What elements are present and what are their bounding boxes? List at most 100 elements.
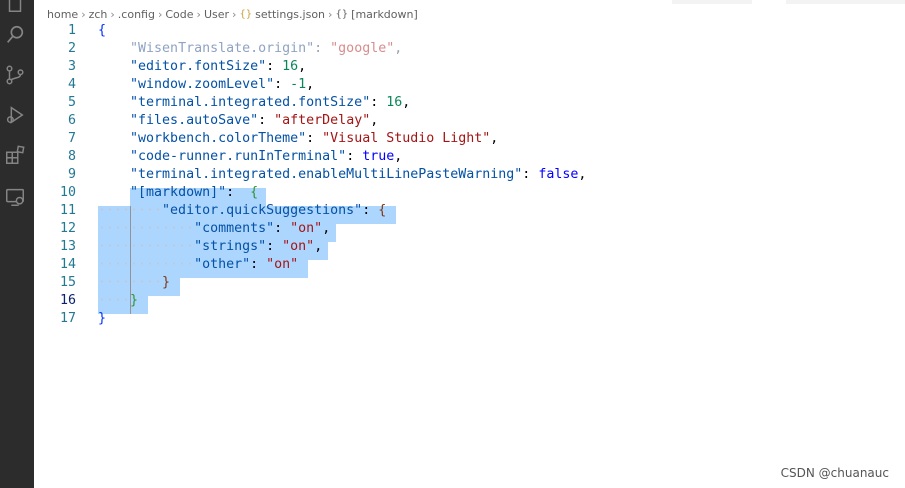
code-line[interactable]: 10 "[markdown]": { — [34, 184, 905, 202]
code-token: , — [322, 221, 331, 236]
code-token: : — [306, 131, 323, 146]
code-line[interactable]: 17} — [34, 310, 905, 328]
code-line[interactable]: 1{ — [34, 22, 905, 40]
code-token: "workbench.colorTheme" — [130, 131, 307, 146]
code-token: "google" — [330, 41, 395, 56]
code-token: "editor.fontSize" — [130, 59, 267, 74]
code-text: } — [98, 310, 106, 328]
code-token: , — [394, 149, 403, 164]
watermark: CSDN @chuanauc — [780, 466, 889, 480]
code-line[interactable]: 13 ············"strings": "on", — [34, 238, 905, 256]
breadcrumb: home › zch › .config › Code › User › {} … — [47, 6, 418, 22]
breadcrumb-item-code[interactable]: Code — [165, 8, 193, 21]
code-token: { — [250, 185, 259, 200]
code-line[interactable]: 15 ········} — [34, 274, 905, 292]
code-token: "terminal.integrated.fontSize" — [130, 95, 371, 110]
code-line[interactable]: 4 "window.zoomLevel": -1, — [34, 76, 905, 94]
line-number: 17 — [59, 311, 76, 326]
code-token: : — [370, 95, 387, 110]
source-control-icon[interactable] — [4, 64, 26, 86]
code-line[interactable]: 9 "terminal.integrated.enableMultiLinePa… — [34, 166, 905, 184]
code-text: "workbench.colorTheme": "Visual Studio L… — [98, 130, 498, 148]
breadcrumb-item-zch[interactable]: zch — [89, 8, 108, 21]
code-text: ············"other": "on" — [98, 256, 298, 274]
code-token: : — [274, 77, 291, 92]
code-text: ········} — [98, 274, 170, 292]
breadcrumb-item-markdown[interactable]: [markdown] — [351, 8, 418, 21]
code-token: : — [314, 41, 331, 56]
code-token: : — [522, 167, 539, 182]
breadcrumb-item-config[interactable]: .config — [118, 8, 155, 21]
code-line[interactable]: 5 "terminal.integrated.fontSize": 16, — [34, 94, 905, 112]
remote-explorer-icon[interactable] — [4, 186, 26, 208]
line-number: 8 — [67, 149, 76, 164]
line-number: 14 — [59, 257, 76, 272]
code-line[interactable]: 2 "WisenTranslate.origin": "google", — [34, 40, 905, 58]
breadcrumb-item-user[interactable]: User — [204, 8, 229, 21]
line-number: 16 — [59, 293, 76, 308]
extensions-icon[interactable] — [4, 144, 26, 166]
code-token: , — [370, 113, 379, 128]
code-editor[interactable]: 1{2 "WisenTranslate.origin": "google", 3 … — [34, 22, 905, 488]
code-text: "WisenTranslate.origin": "google", — [98, 40, 402, 58]
code-line[interactable]: 14 ············"other": "on" — [34, 256, 905, 274]
code-token: , — [306, 77, 315, 92]
code-text: "terminal.integrated.enableMultiLinePast… — [98, 166, 586, 184]
line-number: 9 — [67, 167, 76, 182]
code-line[interactable]: 16 ····} — [34, 292, 905, 310]
code-token: "on" — [266, 257, 299, 272]
line-number: 1 — [67, 23, 76, 38]
code-line[interactable]: 3 "editor.fontSize": 16, — [34, 58, 905, 76]
code-text: ············"strings": "on", — [98, 238, 322, 256]
code-token: : — [274, 221, 291, 236]
code-token: false — [538, 167, 579, 182]
code-token: : — [362, 203, 379, 218]
line-number: 3 — [67, 59, 76, 74]
files-icon[interactable] — [4, 0, 26, 14]
code-token: : — [258, 113, 275, 128]
chevron-right-icon: › — [196, 7, 201, 21]
code-token: "on" — [290, 221, 323, 236]
line-number: 11 — [59, 203, 76, 218]
code-text: "window.zoomLevel": -1, — [98, 76, 314, 94]
chevron-right-icon: › — [328, 7, 333, 21]
tab-strip-fragment — [786, 0, 905, 4]
code-token: "editor.quickSuggestions" — [162, 203, 363, 218]
breadcrumb-item-home[interactable]: home — [47, 8, 78, 21]
breadcrumb-item-settings-json[interactable]: settings.json — [255, 8, 325, 21]
line-number: 2 — [67, 41, 76, 56]
search-icon[interactable] — [4, 24, 26, 46]
code-token: "other" — [194, 257, 251, 272]
code-token: , — [314, 239, 323, 254]
code-token: : — [266, 239, 283, 254]
object-symbol-icon: {} — [335, 8, 349, 20]
code-token: } — [162, 275, 171, 290]
code-line[interactable]: 11 ········"editor.quickSuggestions": { — [34, 202, 905, 220]
code-text: "files.autoSave": "afterDelay", — [98, 112, 378, 130]
code-line[interactable]: 12 ············"comments": "on", — [34, 220, 905, 238]
code-token: "code-runner.runInTerminal" — [130, 149, 347, 164]
code-line[interactable]: 8 "code-runner.runInTerminal": true, — [34, 148, 905, 166]
line-number: 4 — [67, 77, 76, 92]
line-number: 6 — [67, 113, 76, 128]
code-text: ········"editor.quickSuggestions": { — [98, 202, 386, 220]
code-token: "terminal.integrated.enableMultiLinePast… — [130, 167, 523, 182]
line-number: 7 — [67, 131, 76, 146]
chevron-right-icon: › — [157, 7, 163, 21]
code-token: , — [394, 41, 403, 56]
run-debug-icon[interactable] — [4, 104, 26, 126]
json-file-icon: {} — [239, 8, 253, 20]
code-line[interactable]: 6 "files.autoSave": "afterDelay", — [34, 112, 905, 130]
code-token: , — [578, 167, 587, 182]
code-token: ············ — [98, 221, 195, 236]
code-token: : — [346, 149, 363, 164]
code-token: : — [226, 185, 251, 200]
code-token: "Visual Studio Light" — [322, 131, 491, 146]
code-line[interactable]: 7 "workbench.colorTheme": "Visual Studio… — [34, 130, 905, 148]
code-text: "editor.fontSize": 16, — [98, 58, 306, 76]
